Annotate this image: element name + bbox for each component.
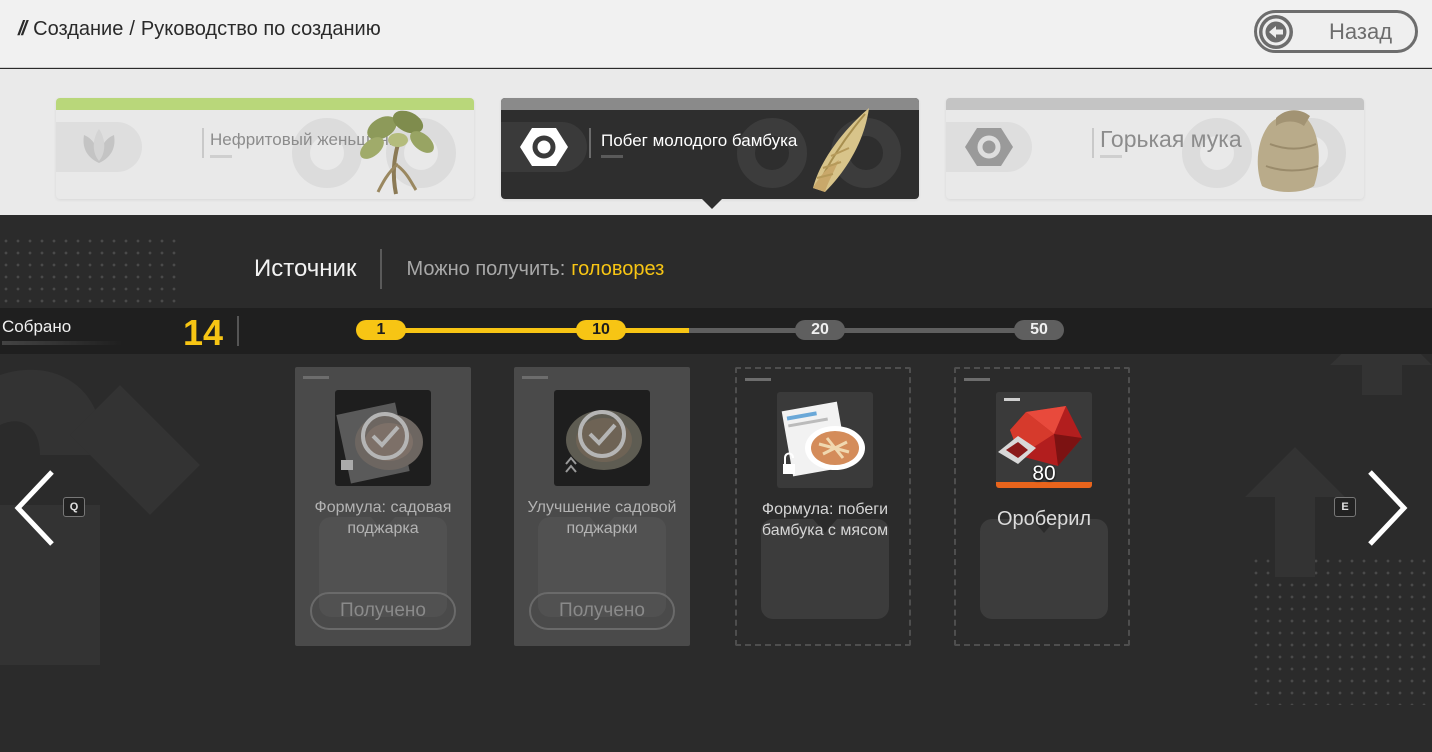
tab-sublabel-bar [1100,155,1122,158]
dot-pattern [1250,555,1432,705]
breadcrumb-separator: / [129,18,135,40]
tab-divider [202,128,204,158]
breadcrumb-slashes-icon: // [18,18,27,40]
reward-quantity: 80 [1032,462,1056,485]
tab-sublabel-bar [210,155,232,158]
collection-sublabel [2,341,122,345]
reward-card[interactable]: Формула: побеги бамбука с мясом [735,367,911,646]
source-title: Источник [254,255,357,282]
detail-panel: Источник Можно получить: головорез Собра… [0,215,1432,752]
reward-title: Ороберил [996,508,1092,530]
dish-upgrade-icon [554,390,650,486]
source-value[interactable]: головорез [571,258,664,281]
next-key-hint: E [1334,497,1356,517]
collection-divider [237,316,239,346]
milestone-10: 10 [576,320,626,340]
breadcrumb-item-crafting[interactable]: Создание [33,18,123,41]
tab-young-bamboo-shoot[interactable]: Побег молодого бамбука [501,98,919,199]
tab-bitter-flour[interactable]: Горькая мука [946,98,1364,199]
back-button-label: Назад [1329,18,1393,44]
plant-category-icon [56,122,142,172]
progress-fill [381,328,689,333]
tab-sublabel-bar [601,155,623,158]
prev-key-hint: Q [63,497,85,517]
recipe-paper-dish-icon [777,392,873,488]
source-prefix: Можно получить: [406,257,566,280]
hexagon-category-icon [501,122,587,172]
recipe-dish-icon [335,390,431,486]
oroberyl-item: 80 [996,392,1092,488]
card-tag [745,378,771,381]
tab-bg-ring [737,118,807,188]
tab-divider [589,128,591,158]
collection-progress-bar: Собрано 14 1 10 20 50 [0,308,1432,354]
milestone-1: 1 [356,320,406,340]
reward-title: Формула: побеги бамбука с мясом [761,501,889,539]
prev-arrow-icon[interactable] [10,468,60,548]
bamboo-shoot-image [813,108,869,192]
top-header: // Создание / Руководство по созданию На… [0,0,1432,68]
collection-count: 14 [183,312,224,353]
back-arrow-icon [1259,14,1293,49]
hexagon-category-icon [946,122,1032,172]
next-arrow-icon[interactable] [1362,468,1412,548]
card-tag [964,378,990,381]
tab-label: Горькая мука [1100,126,1242,152]
breadcrumb: // Создание / Руководство по созданию [18,18,381,41]
active-tab-pointer [702,199,722,209]
collection-label: Собрано [2,317,72,336]
reward-title: Формула: садовая поджарка [314,499,452,537]
card-bg-envelope [980,519,1108,619]
reward-card[interactable]: Улучшение садовой поджарки Получено [514,367,690,646]
card-tag [522,376,548,379]
milestone-20: 20 [795,320,845,340]
tab-divider [1092,128,1094,158]
milestone-50: 50 [1014,320,1064,340]
tab-label: Побег молодого бамбука [601,131,798,150]
bg-decoration [1245,447,1345,577]
reward-card[interactable]: 80 Ороберил [954,367,1130,646]
source-divider [380,249,383,289]
reward-title: Улучшение садовой поджарки [527,499,677,537]
card-tag [303,376,329,379]
ingredient-tabs: Нефритовый женьшень Побег молодого бамбу… [0,69,1432,215]
dot-pattern [0,235,180,315]
source-row: Источник Можно получить: головорез [254,249,664,289]
claimed-button[interactable]: Получено [310,592,456,630]
reward-card[interactable]: Формула: садовая поджарка Получено [295,367,471,646]
claimed-button[interactable]: Получено [529,592,675,630]
ginseng-image [360,110,434,195]
flour-sack-image [1257,110,1319,192]
tab-jade-ginseng[interactable]: Нефритовый женьшень [56,98,474,199]
breadcrumb-item-guide: Руководство по созданию [140,18,381,40]
back-button[interactable]: Назад [1254,10,1418,53]
